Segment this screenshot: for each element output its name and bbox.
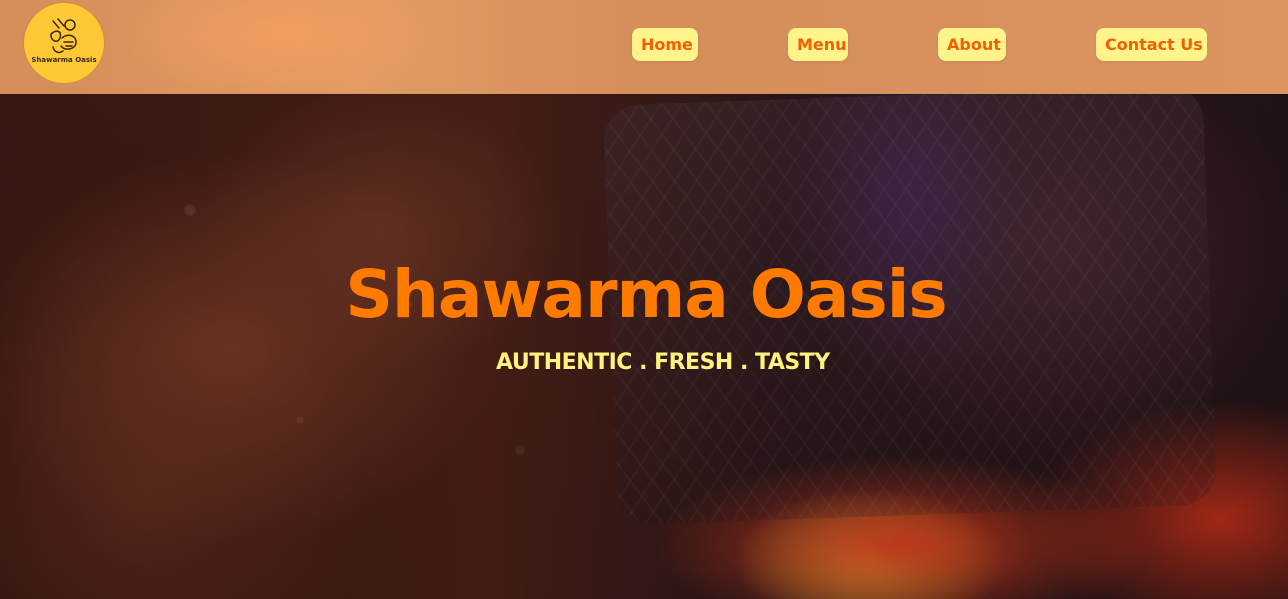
- nav-menu-button[interactable]: Menu: [788, 28, 848, 61]
- nav-contact-us-button[interactable]: Contact Us: [1096, 28, 1207, 61]
- nav-about-button[interactable]: About: [938, 28, 1006, 61]
- logo-badge[interactable]: Shawarma Oasis: [24, 3, 104, 83]
- shawarma-ingredients-icon: [50, 18, 77, 54]
- hero-tagline: AUTHENTIC . FRESH . TASTY: [496, 350, 830, 375]
- logo-text: Shawarma Oasis: [31, 56, 97, 64]
- hero-title: Shawarma Oasis: [345, 256, 947, 333]
- shawarma-oasis-landing-page: Shawarma Oasis Home Menu About Contact U…: [0, 0, 1288, 599]
- nav-home-button[interactable]: Home: [632, 28, 698, 61]
- site-header: Shawarma Oasis Home Menu About Contact U…: [0, 0, 1288, 94]
